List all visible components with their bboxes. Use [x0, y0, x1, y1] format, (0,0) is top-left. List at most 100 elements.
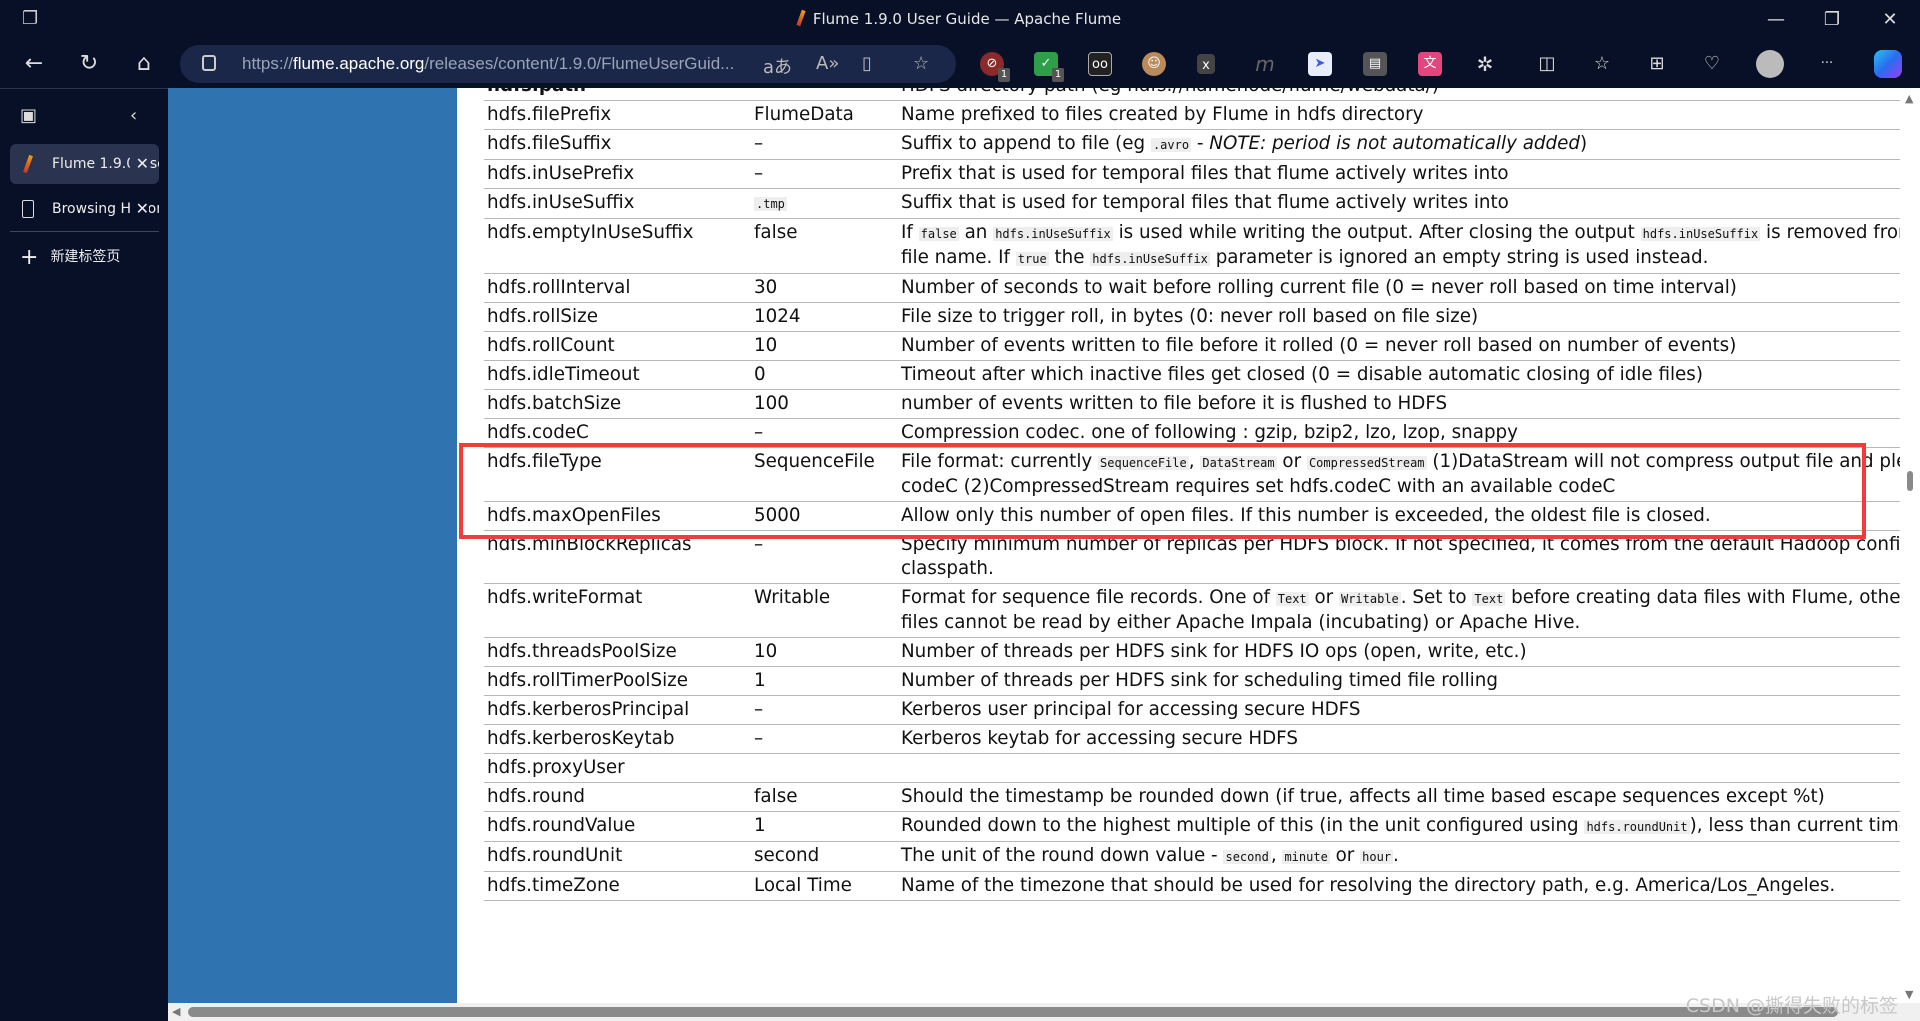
close-tab-icon[interactable]: ✕ — [129, 144, 149, 184]
split-screen-icon[interactable]: ◫ — [1535, 52, 1559, 76]
extension-x-icon[interactable]: x — [1197, 54, 1215, 74]
param-default: – — [751, 129, 898, 160]
inline-code: true — [1015, 252, 1049, 266]
page-icon — [22, 200, 34, 218]
collections-icon[interactable]: ⊞ — [1645, 52, 1669, 76]
description-text: or — [1308, 587, 1339, 608]
description-text: Compression codec. one of following : gz… — [901, 422, 1518, 443]
description-text: Name prefixed to files created by Flume … — [901, 104, 1424, 125]
favorites-icon[interactable]: ☆ — [1590, 52, 1614, 76]
minimize-button[interactable]: — — [1756, 6, 1796, 34]
description-text: If — [901, 222, 919, 243]
param-description: Number of events written to file before … — [898, 331, 1920, 361]
url-text[interactable]: https://flume.apache.org/releases/conten… — [242, 54, 734, 74]
extension-blocker-icon[interactable]: ⊘ 1 — [980, 52, 1010, 82]
inline-code: hdfs.inUseSuffix — [993, 227, 1113, 241]
tab-flume-guide[interactable]: Flume 1.9.0 User Guide ✕ — [10, 144, 159, 184]
param-description: The unit of the round down value - secon… — [898, 841, 1920, 872]
description-text: ), less than current time. — [1689, 815, 1916, 836]
home-button[interactable]: ⌂ — [128, 48, 160, 80]
restore-button[interactable]: ❐ — [1812, 6, 1852, 34]
param-description: number of events written to file before … — [898, 389, 1920, 419]
param-default: 100 — [751, 389, 898, 419]
table-row: hdfs.proxyUser — [484, 753, 1920, 783]
description-text: Timeout after which inactive files get c… — [901, 364, 1703, 385]
immersive-reader-icon[interactable]: ▯ — [862, 53, 872, 74]
more-menu-icon[interactable]: ··· — [1815, 52, 1839, 76]
param-name: hdfs.filePrefix — [484, 100, 751, 130]
close-window-button[interactable]: ✕ — [1870, 6, 1910, 34]
param-default: FlumeData — [751, 100, 898, 130]
close-tab-icon[interactable]: ✕ — [129, 189, 149, 229]
param-description: Suffix to append to file (eg .avro - NOT… — [898, 129, 1920, 160]
param-name: hdfs.roundUnit — [484, 841, 751, 872]
lock-icon[interactable] — [202, 55, 216, 71]
param-description: Rounded down to the highest multiple of … — [898, 811, 1920, 842]
tab-browsing-history[interactable]: Browsing History ✕ — [10, 189, 159, 229]
extension-glasses-icon[interactable]: oo — [1088, 52, 1112, 76]
extension-translate-icon[interactable]: 文 — [1418, 52, 1442, 76]
param-name: hdfs.inUsePrefix — [484, 159, 751, 189]
new-tab-button[interactable]: + 新建标签页 — [20, 245, 120, 270]
scrollbar-thumb[interactable] — [1907, 471, 1913, 491]
param-name: hdfs.kerberosPrincipal — [484, 695, 751, 725]
extension-avatar-icon[interactable]: ☺ — [1142, 52, 1166, 76]
param-description: Prefix that is used for temporal files t… — [898, 159, 1920, 189]
tab-actions-icon[interactable]: ▣ — [20, 105, 37, 126]
description-text: an — [958, 222, 994, 243]
param-default: Local Time — [751, 871, 898, 901]
inline-code: Text — [1275, 592, 1309, 606]
extension-pages-icon[interactable]: ▤ — [1363, 52, 1387, 76]
table-row: hdfs.filePrefix FlumeData Name prefixed to… — [484, 100, 1920, 130]
back-button[interactable]: ← — [18, 48, 50, 80]
favorite-star-icon[interactable]: ☆ — [913, 53, 929, 74]
param-default: 1 — [751, 666, 898, 696]
description-text: , — [1270, 845, 1283, 866]
description-text: ) — [1579, 133, 1588, 154]
param-default: false — [751, 782, 898, 812]
inline-code: hour — [1360, 850, 1394, 864]
param-default: – — [751, 159, 898, 189]
scroll-down-arrow[interactable]: ▼ — [1905, 988, 1913, 1001]
scrollbar-thumb[interactable] — [188, 1007, 1838, 1017]
extensions-puzzle-icon[interactable]: ✲ — [1473, 52, 1497, 76]
param-description: Name of the timezone that should be used… — [898, 871, 1920, 901]
refresh-button[interactable]: ↻ — [73, 48, 105, 80]
extension-m-icon[interactable]: m — [1253, 52, 1277, 76]
horizontal-scrollbar[interactable]: ◀ — [168, 1003, 1920, 1021]
address-bar[interactable]: https://flume.apache.org/releases/conten… — [180, 45, 956, 83]
extension-shield-icon[interactable]: ✓ 1 — [1034, 52, 1064, 82]
description-text: parameter is ignored an empty string is … — [1209, 247, 1709, 268]
description-text: Number of seconds to wait before rolling… — [901, 277, 1737, 298]
scroll-up-arrow[interactable]: ▲ — [1905, 92, 1913, 105]
inline-code: hdfs.inUseSuffix — [1640, 227, 1761, 241]
description-text: Number of events written to file before … — [901, 335, 1737, 356]
inline-code: false — [918, 227, 959, 241]
param-name: hdfs.round — [484, 782, 751, 812]
param-name: hdfs.writeFormat — [484, 583, 751, 638]
table-row: hdfs.inUsePrefix – Prefix that is used for… — [484, 159, 1920, 189]
browser-toolbar: ← ↻ ⌂ https://flume.apache.org/releases/… — [0, 40, 1920, 88]
param-description: Format for sequence file records. One of… — [898, 583, 1920, 638]
description-text: Kerberos user principal for accessing se… — [901, 699, 1361, 720]
param-name: hdfs.fileSuffix — [484, 129, 751, 160]
note-text: NOTE: period is not automatically added — [1209, 133, 1580, 154]
description-text: HDFS directory path (eg hdfs://namenode/… — [901, 88, 1439, 96]
extension-bird-icon[interactable]: ➤ — [1308, 52, 1332, 76]
scroll-left-arrow[interactable]: ◀ — [172, 1005, 180, 1018]
collapse-sidebar-icon[interactable]: ‹ — [130, 105, 137, 126]
table-row: hdfs.round false Should the timestamp be r… — [484, 782, 1920, 812]
copilot-icon[interactable] — [1874, 50, 1902, 78]
description-text: Number of threads per HDFS sink for sche… — [901, 670, 1498, 691]
param-name: hdfs.timeZone — [484, 871, 751, 901]
translate-icon[interactable]: aあ — [763, 53, 792, 79]
table-row: hdfs.idleTimeout 0 Timeout after which ina… — [484, 360, 1920, 390]
browser-essentials-icon[interactable]: ♡ — [1700, 52, 1724, 76]
profile-avatar[interactable] — [1756, 50, 1784, 78]
inline-code: .tmp — [754, 197, 787, 211]
table-row: hdfs.rollSize 1024 File size to trigger ro… — [484, 302, 1920, 332]
vertical-scrollbar[interactable]: ▲ ▼ — [1900, 88, 1920, 1003]
description-text: Specify minimum number of replicas per H… — [901, 534, 1920, 579]
read-aloud-icon[interactable]: A» — [816, 53, 839, 74]
inline-code: minute — [1282, 850, 1330, 864]
